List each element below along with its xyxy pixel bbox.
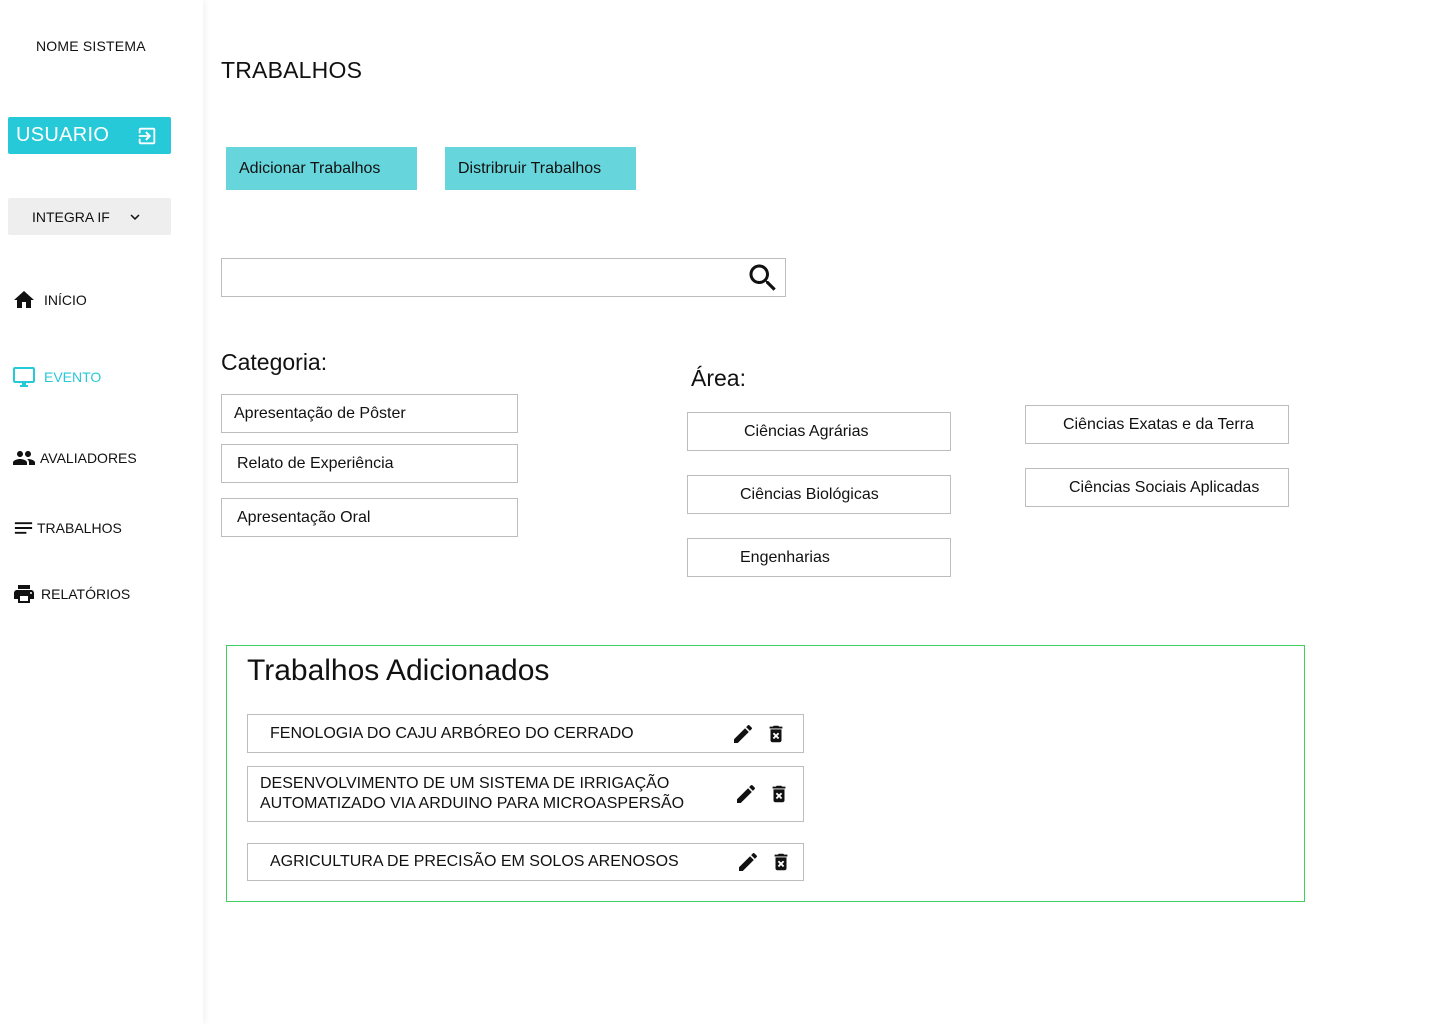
sidebar-item-label: TRABALHOS	[37, 520, 122, 536]
area-option-label: Ciências Exatas e da Terra	[1063, 415, 1254, 433]
area-option[interactable]: Ciências Exatas e da Terra	[1025, 405, 1289, 444]
delete-icon[interactable]	[765, 723, 787, 745]
sidebar-item-trabalhos[interactable]: TRABALHOS	[12, 516, 122, 540]
categoria-option-label: Apresentação Oral	[237, 508, 371, 526]
print-icon	[12, 582, 36, 606]
sidebar-item-label: INÍCIO	[44, 292, 87, 308]
area-option-label: Engenharias	[740, 548, 830, 566]
monitor-icon	[12, 365, 36, 389]
home-icon	[12, 288, 36, 312]
categoria-option-label: Apresentação de Pôster	[234, 404, 406, 422]
edit-icon[interactable]	[736, 850, 760, 874]
edit-icon[interactable]	[734, 782, 758, 806]
list-icon	[12, 516, 35, 540]
sidebar-item-label: EVENTO	[44, 369, 102, 385]
add-works-button[interactable]: Adicionar Trabalhos	[226, 147, 417, 190]
area-option-label: Ciências Biológicas	[740, 485, 879, 503]
work-row: FENOLOGIA DO CAJU ARBÓREO DO CERRADO	[247, 714, 804, 753]
categoria-option[interactable]: Apresentação Oral	[221, 498, 518, 537]
distribute-works-button[interactable]: Distribruir Trabalhos	[445, 147, 636, 190]
event-selector[interactable]: INTEGRA IF	[8, 198, 171, 235]
logout-icon	[136, 125, 158, 147]
sidebar-item-avaliadores[interactable]: AVALIADORES	[12, 446, 137, 470]
work-title: DESENVOLVIMENTO DE UM SISTEMA DE IRRIGAÇ…	[260, 775, 685, 812]
user-logout-button[interactable]: USUARIO	[8, 117, 171, 154]
sidebar-item-label: RELATÓRIOS	[41, 586, 131, 602]
work-row: DESENVOLVIMENTO DE UM SISTEMA DE IRRIGAÇ…	[247, 766, 804, 822]
sidebar-item-inicio[interactable]: INÍCIO	[12, 288, 87, 312]
categoria-label: Categoria:	[221, 349, 328, 375]
categoria-option[interactable]: Relato de Experiência	[221, 444, 518, 483]
sidebar-item-label: AVALIADORES	[40, 450, 137, 466]
work-title: AGRICULTURA DE PRECISÃO EM SOLOS ARENOSO…	[270, 853, 679, 870]
user-label: USUARIO	[16, 124, 110, 146]
area-option[interactable]: Ciências Biológicas	[687, 475, 951, 514]
area-option[interactable]: Ciências Sociais Aplicadas	[1025, 468, 1289, 507]
area-option-label: Ciências Agrárias	[744, 422, 869, 440]
page-title: TRABALHOS	[221, 57, 363, 83]
search-bar	[221, 258, 786, 297]
area-option[interactable]: Engenharias	[687, 538, 951, 577]
sidebar-item-evento[interactable]: EVENTO	[12, 365, 101, 389]
people-icon	[12, 446, 36, 470]
delete-icon[interactable]	[768, 783, 790, 805]
app-name: NOME SISTEMA	[36, 38, 146, 54]
area-option[interactable]: Ciências Agrárias	[687, 412, 951, 451]
search-icon[interactable]	[745, 260, 781, 296]
work-title: FENOLOGIA DO CAJU ARBÓREO DO CERRADO	[270, 724, 634, 742]
added-works-title: Trabalhos Adicionados	[247, 654, 550, 687]
area-option-label: Ciências Sociais Aplicadas	[1069, 478, 1260, 496]
search-input[interactable]	[222, 259, 742, 296]
edit-icon[interactable]	[731, 722, 755, 746]
event-selector-label: INTEGRA IF	[32, 208, 110, 225]
sidebar: NOME SISTEMA USUARIO INTEGRA IF INÍCIO E…	[0, 0, 203, 1024]
categoria-option[interactable]: Apresentação de Pôster	[221, 394, 518, 433]
delete-icon[interactable]	[770, 851, 792, 873]
categoria-option-label: Relato de Experiência	[237, 454, 394, 472]
chevron-down-icon	[126, 208, 144, 226]
area-label: Área:	[691, 365, 746, 391]
work-row: AGRICULTURA DE PRECISÃO EM SOLOS ARENOSO…	[247, 843, 804, 881]
sidebar-item-relatorios[interactable]: RELATÓRIOS	[12, 582, 130, 606]
